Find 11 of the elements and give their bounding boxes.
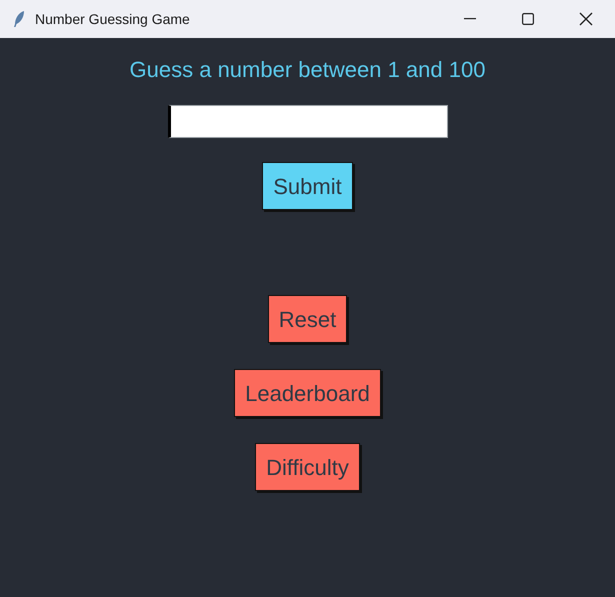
- maximize-icon: [522, 13, 534, 25]
- feather-icon: [12, 10, 26, 28]
- close-icon: [579, 12, 593, 26]
- menu-button[interactable]: Difficulty: [255, 443, 360, 491]
- submit-button[interactable]: Submit: [262, 162, 353, 210]
- menu-button[interactable]: Reset: [268, 295, 348, 343]
- menu-button[interactable]: Leaderboard: [234, 369, 381, 417]
- prompt-label: Guess a number between 1 and 100: [130, 57, 486, 83]
- guess-input[interactable]: [168, 105, 448, 138]
- minimize-icon: [464, 18, 476, 20]
- window-title: Number Guessing Game: [35, 10, 190, 29]
